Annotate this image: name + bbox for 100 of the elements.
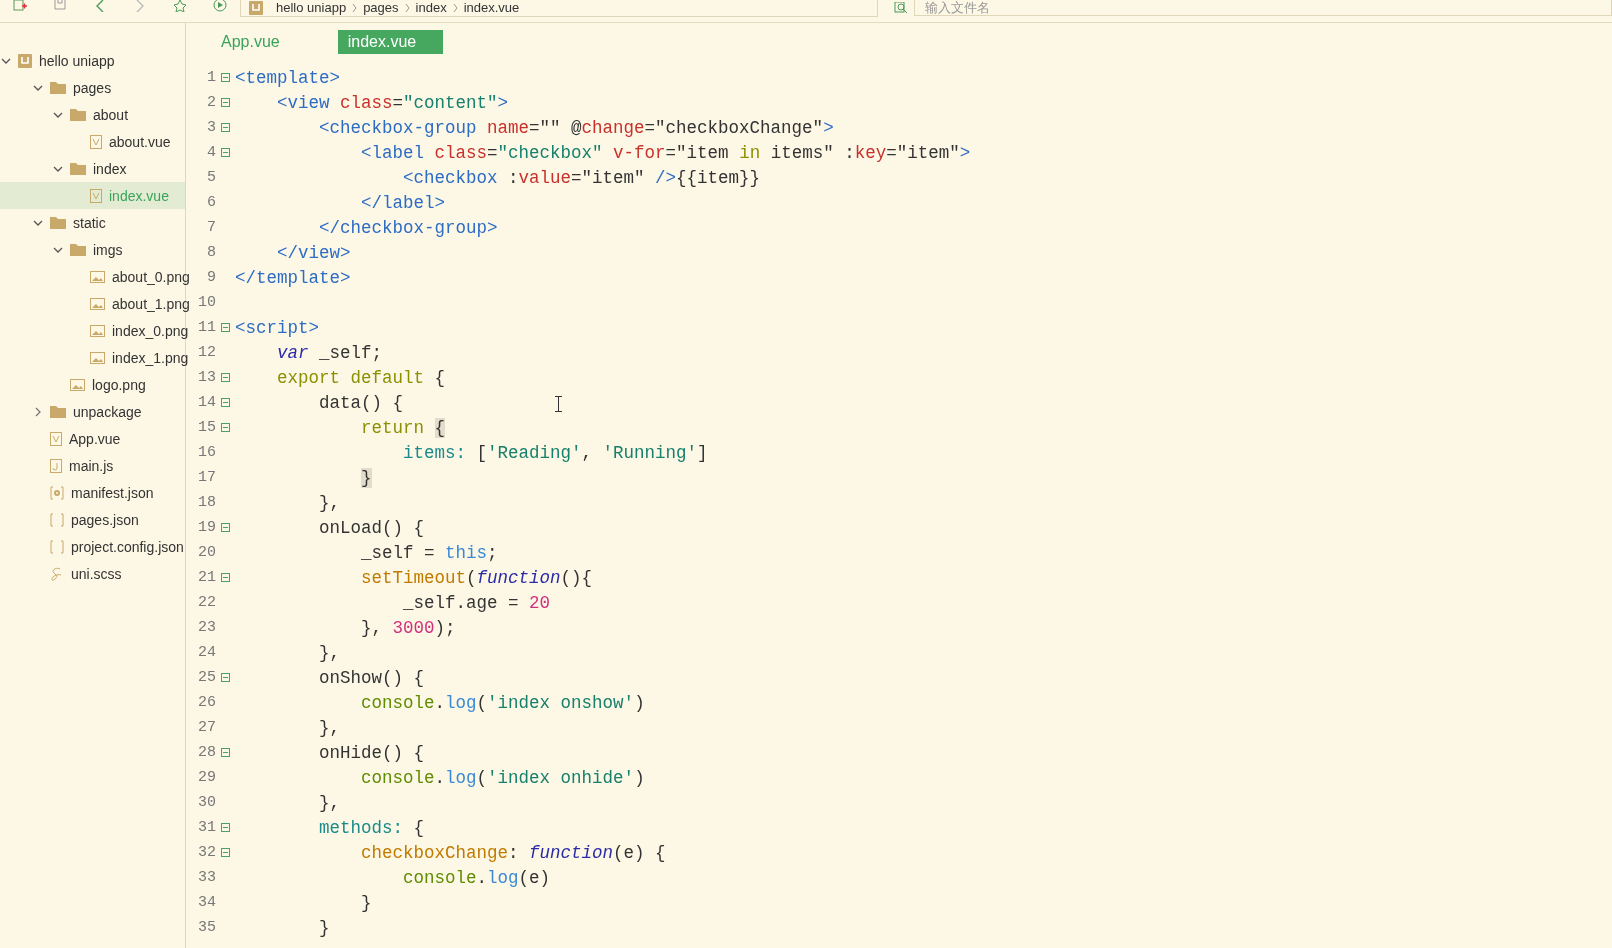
tree-item[interactable]: pages bbox=[0, 74, 185, 101]
tree-item[interactable]: App.vue bbox=[0, 425, 185, 452]
line-number: 33 bbox=[197, 869, 216, 886]
code-line: items: ['Reading', 'Running'] bbox=[402, 442, 708, 463]
js-file-icon bbox=[50, 458, 62, 473]
forward-icon[interactable] bbox=[136, 0, 144, 12]
vue-file-icon bbox=[90, 134, 102, 149]
breadcrumb-item[interactable]: hello uniapp bbox=[276, 2, 347, 14]
line-number: 13 bbox=[197, 369, 216, 386]
code-line: checkboxChange: function(e) { bbox=[360, 842, 666, 863]
folder-icon bbox=[70, 108, 86, 121]
breadcrumb-item[interactable]: index.vue bbox=[463, 2, 520, 14]
search-field[interactable]: 输入文件名 bbox=[914, 0, 1612, 16]
folder-icon bbox=[70, 243, 86, 256]
line-number: 32 bbox=[197, 844, 216, 861]
save-icon[interactable] bbox=[54, 0, 66, 10]
fold-icon[interactable] bbox=[221, 423, 230, 432]
tree-item[interactable]: main.js bbox=[0, 452, 185, 479]
tree-item[interactable]: unpackage bbox=[0, 398, 185, 425]
code-line: </checkbox-group> bbox=[318, 217, 498, 238]
code-line: return { bbox=[360, 417, 446, 438]
code-line: </view> bbox=[276, 242, 351, 263]
code-line: </template> bbox=[235, 267, 351, 288]
code-line: }, bbox=[318, 492, 341, 513]
code-line: onHide() { bbox=[318, 742, 425, 763]
tree-item[interactable]: about.vue bbox=[0, 128, 185, 155]
code-line: <view class="content"> bbox=[276, 92, 509, 113]
back-icon[interactable] bbox=[96, 0, 104, 12]
code-line: setTimeout(function(){ bbox=[360, 567, 593, 588]
line-number: 22 bbox=[197, 594, 216, 611]
tree-item[interactable]: imgs bbox=[0, 236, 185, 263]
line-number: 7 bbox=[206, 219, 216, 236]
line-number: 30 bbox=[197, 794, 216, 811]
code-line: } bbox=[360, 892, 372, 913]
fold-icon[interactable] bbox=[221, 398, 230, 407]
code-line: console.log('index onhide') bbox=[360, 767, 645, 788]
fold-icon[interactable] bbox=[221, 373, 230, 382]
code-line: _self = this; bbox=[360, 542, 498, 563]
breadcrumb-item[interactable]: pages bbox=[363, 2, 399, 14]
fold-icon[interactable] bbox=[221, 748, 230, 757]
code-line: var _self; bbox=[276, 342, 383, 363]
folder-icon bbox=[50, 81, 66, 94]
line-number: 11 bbox=[197, 319, 216, 336]
line-number: 34 bbox=[197, 894, 216, 911]
search-icon bbox=[894, 2, 908, 14]
folder-icon bbox=[50, 216, 66, 229]
line-number: 1 bbox=[206, 69, 216, 86]
fold-icon[interactable] bbox=[221, 323, 230, 332]
fold-icon[interactable] bbox=[221, 73, 230, 82]
tree-item[interactable]: manifest.json bbox=[0, 479, 185, 506]
breadcrumb-item[interactable]: index bbox=[415, 2, 447, 14]
line-number: 10 bbox=[197, 294, 216, 311]
line-number: 6 bbox=[206, 194, 216, 211]
new-file-icon[interactable] bbox=[13, 0, 27, 12]
tree-item[interactable]: uni.scss bbox=[0, 560, 185, 587]
line-number: 21 bbox=[197, 569, 216, 586]
fold-icon[interactable] bbox=[221, 848, 230, 857]
sass-file-icon bbox=[50, 566, 64, 581]
code-line: methods: { bbox=[318, 817, 425, 838]
code-line: </label> bbox=[360, 192, 446, 213]
line-number: 4 bbox=[206, 144, 216, 161]
line-number: 23 bbox=[197, 619, 216, 636]
folder-icon bbox=[50, 405, 66, 418]
tree-item[interactable]: index bbox=[0, 155, 185, 182]
line-number: 27 bbox=[197, 719, 216, 736]
fold-icon[interactable] bbox=[221, 98, 230, 107]
tree-item[interactable]: logo.png bbox=[0, 371, 185, 398]
line-number: 17 bbox=[197, 469, 216, 486]
fold-icon[interactable] bbox=[221, 123, 230, 132]
folder-icon bbox=[70, 162, 86, 175]
line-number: 15 bbox=[197, 419, 216, 436]
line-number: 12 bbox=[197, 344, 216, 361]
line-number: 19 bbox=[197, 519, 216, 536]
code-line: console.log(e) bbox=[402, 867, 551, 888]
text-cursor-icon bbox=[555, 396, 562, 412]
vue-file-icon bbox=[50, 431, 62, 446]
brackets-file-icon bbox=[50, 512, 64, 527]
line-number: 26 bbox=[197, 694, 216, 711]
line-number: 2 bbox=[206, 94, 216, 111]
gear-file-icon bbox=[50, 485, 64, 500]
tree-item[interactable]: static bbox=[0, 209, 185, 236]
fold-icon[interactable] bbox=[221, 148, 230, 157]
fold-icon[interactable] bbox=[221, 673, 230, 682]
fold-icon[interactable] bbox=[221, 823, 230, 832]
line-number: 8 bbox=[206, 244, 216, 261]
star-icon[interactable] bbox=[173, 0, 187, 12]
tree-item[interactable]: project.config.json bbox=[0, 533, 185, 560]
brackets-file-icon bbox=[50, 539, 64, 554]
code-line: export default { bbox=[276, 367, 446, 388]
code-line: <label class="checkbox" v-for="item in items" :key="item"> bbox=[360, 142, 971, 163]
image-file-icon bbox=[70, 378, 85, 391]
fold-icon[interactable] bbox=[221, 523, 230, 532]
tree-item[interactable]: pages.json bbox=[0, 506, 185, 533]
fold-icon[interactable] bbox=[221, 573, 230, 582]
tree-item[interactable]: hello uniapp bbox=[0, 47, 185, 74]
image-file-icon bbox=[90, 324, 105, 337]
tree-item[interactable]: about bbox=[0, 101, 185, 128]
project-icon bbox=[18, 53, 32, 68]
vue-file-icon bbox=[90, 188, 102, 203]
run-icon[interactable] bbox=[213, 0, 227, 12]
